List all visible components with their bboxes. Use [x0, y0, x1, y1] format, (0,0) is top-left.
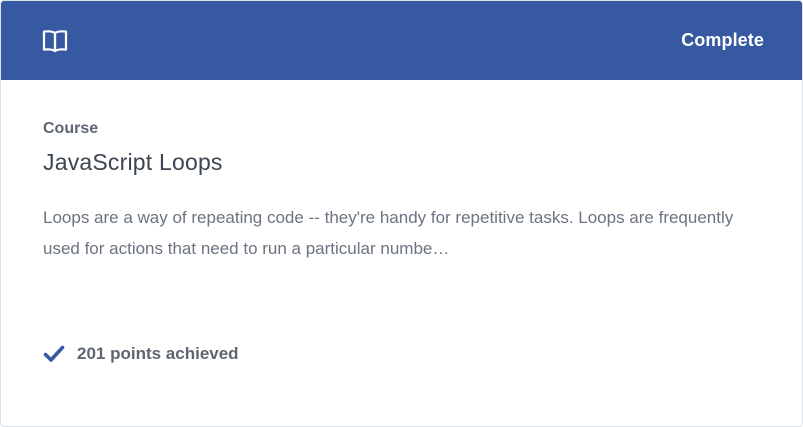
course-description: Loops are a way of repeating code -- the…	[43, 208, 734, 258]
card-body: Course JavaScript Loops Loops are a way …	[1, 80, 802, 264]
book-icon	[41, 27, 69, 55]
course-title[interactable]: JavaScript Loops	[43, 149, 760, 176]
course-card[interactable]: Complete Course JavaScript Loops Loops a…	[0, 0, 803, 427]
checkmark-icon	[43, 343, 65, 365]
content-type-label: Course	[43, 120, 99, 137]
points-summary: 201 points achieved	[43, 343, 239, 365]
completion-status: Complete	[681, 30, 764, 50]
card-header: Complete	[1, 1, 802, 80]
points-label: 201 points achieved	[77, 344, 239, 363]
